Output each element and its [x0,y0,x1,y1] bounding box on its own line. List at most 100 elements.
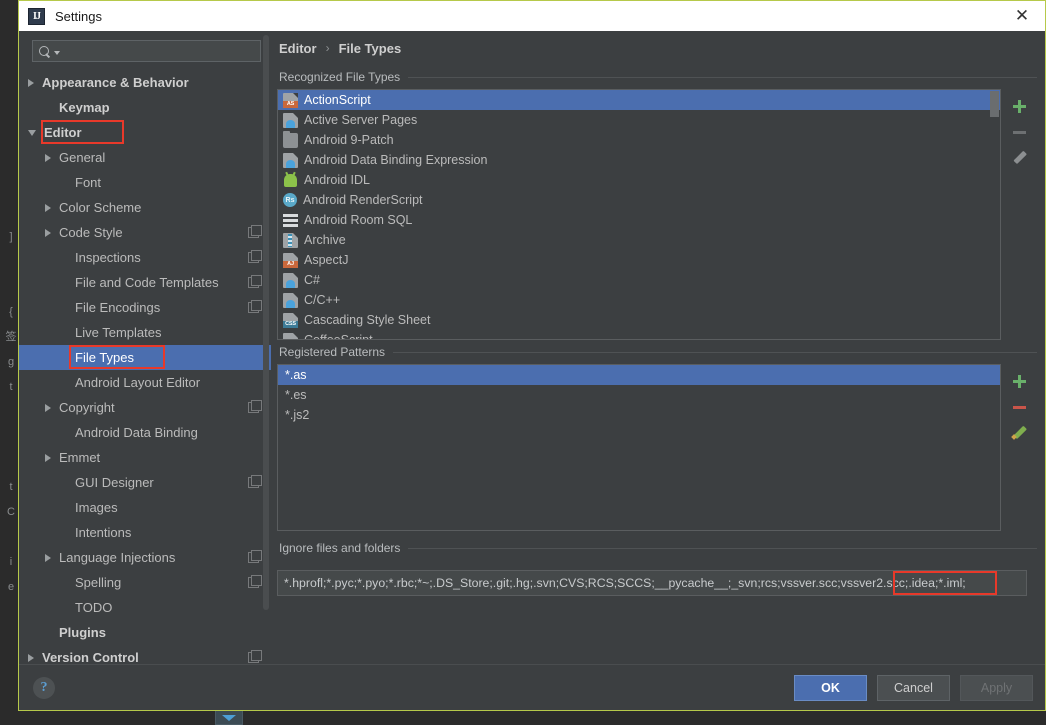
file-type-row[interactable]: C/C++ [278,290,1000,310]
sidebar-item-gui-designer[interactable]: GUI Designer [19,470,271,495]
chevron-down-icon[interactable] [28,129,36,136]
sidebar-scrollbar[interactable] [263,35,269,610]
chevron-right-icon[interactable] [45,553,51,562]
close-icon[interactable]: ✕ [999,1,1045,31]
sidebar-item-emmet[interactable]: Emmet [19,445,271,470]
edit-pattern-button[interactable] [1006,420,1032,446]
registered-patterns-label: Registered Patterns [279,345,1037,359]
sidebar-item-label: Emmet [59,450,101,465]
chevron-right-icon[interactable] [28,78,34,87]
android-icon [284,173,297,187]
scrollbar-thumb[interactable] [990,91,999,117]
sidebar-item-file-types[interactable]: File Types [19,345,271,370]
breadcrumb-parent[interactable]: Editor [279,41,317,56]
sidebar-item-todo[interactable]: TODO [19,595,271,620]
chevron-right-icon[interactable] [45,153,51,162]
search-container [19,31,271,68]
sidebar-item-android-layout-editor[interactable]: Android Layout Editor [19,370,271,395]
sidebar-item-language-injections[interactable]: Language Injections [19,545,271,570]
cancel-button[interactable]: Cancel [877,674,950,701]
file-type-badge: AS [283,100,298,108]
file-type-row[interactable]: AJ AspectJ [278,250,1000,270]
file-type-row[interactable]: Android Room SQL [278,210,1000,230]
search-input[interactable] [32,40,261,62]
add-file-type-button[interactable] [1006,93,1032,119]
ignore-value-highlighted: c;.idea;*.iml; [898,576,966,590]
sidebar-item-appearance-behavior[interactable]: Appearance & Behavior [19,70,271,95]
sidebar-item-images[interactable]: Images [19,495,271,520]
patterns-actions [1001,364,1037,531]
ok-button[interactable]: OK [794,674,867,701]
sidebar-item-font[interactable]: Font [19,170,271,195]
sidebar-item-inspections[interactable]: Inspections [19,245,271,270]
file-type-row[interactable]: Archive [278,230,1000,250]
sidebar-item-android-data-binding[interactable]: Android Data Binding [19,420,271,445]
copy-settings-icon[interactable] [248,475,262,488]
sidebar-item-code-style[interactable]: Code Style [19,220,271,245]
help-button[interactable]: ? [33,676,55,699]
pattern-label: *.as [285,368,307,382]
actionscript-file-icon: AS [283,92,298,108]
patterns-list[interactable]: *.as *.es *.js2 [277,364,1001,531]
dialog-titlebar: IJ Settings ✕ [19,1,1045,31]
sidebar-item-keymap[interactable]: Keymap [19,95,271,120]
sidebar-item-plugins[interactable]: Plugins [19,620,271,645]
plus-icon [1012,374,1026,388]
sidebar-item-file-and-code-templates[interactable]: File and Code Templates [19,270,271,295]
copy-settings-icon[interactable] [248,300,262,313]
sidebar-item-general[interactable]: General [19,145,271,170]
sidebar-item-copyright[interactable]: Copyright [19,395,271,420]
pattern-row[interactable]: *.js2 [278,405,1000,425]
chevron-right-icon[interactable] [45,403,51,412]
file-type-row[interactable]: CoffeeScript [278,330,1000,339]
file-type-row[interactable]: Android 9-Patch [278,130,1000,150]
sidebar-item-label: Intentions [75,525,132,540]
add-pattern-button[interactable] [1006,368,1032,394]
copy-settings-icon[interactable] [248,400,262,413]
sidebar-item-label: Language Injections [59,550,176,565]
apply-button: Apply [960,674,1033,701]
group-divider [408,76,1037,78]
sidebar-item-version-control[interactable]: Version Control [19,645,271,664]
chevron-right-icon[interactable] [45,228,51,237]
file-type-row[interactable]: AS ActionScript [278,90,1000,110]
chevron-right-icon[interactable] [45,453,51,462]
search-icon [39,45,52,58]
sidebar-item-label: TODO [75,600,113,615]
sidebar-item-label: General [59,150,106,165]
remove-pattern-button[interactable] [1006,394,1032,420]
copy-settings-icon[interactable] [248,650,262,663]
sidebar-item-label: Android Layout Editor [75,375,201,390]
sidebar-item-color-scheme[interactable]: Color Scheme [19,195,271,220]
file-type-label: Cascading Style Sheet [304,313,431,327]
copy-settings-icon[interactable] [248,275,262,288]
sidebar-item-file-encodings[interactable]: File Encodings [19,295,271,320]
pattern-row[interactable]: *.es [278,385,1000,405]
file-types-list[interactable]: AS ActionScript Active Server Pages Android… [277,89,1001,340]
file-type-row[interactable]: C# [278,270,1000,290]
copy-settings-icon[interactable] [248,575,262,588]
sidebar-item-intentions[interactable]: Intentions [19,520,271,545]
file-type-row[interactable]: Active Server Pages [278,110,1000,130]
sidebar-item-spelling[interactable]: Spelling [19,570,271,595]
copy-settings-icon[interactable] [248,550,262,563]
copy-settings-icon[interactable] [248,225,262,238]
sidebar-item-editor[interactable]: Editor [19,120,271,145]
sidebar-item-live-templates[interactable]: Live Templates [19,320,271,345]
pattern-row[interactable]: *.as [278,365,1000,385]
sidebar-item-label: File Encodings [75,300,161,315]
copy-settings-icon[interactable] [248,250,262,263]
chevron-right-icon[interactable] [45,203,51,212]
chevron-right-icon[interactable] [28,653,34,662]
file-type-row[interactable]: Android IDL [278,170,1000,190]
file-type-row[interactable]: Rs Android RenderScript [278,190,1000,210]
registered-patterns-title: Registered Patterns [279,345,386,359]
chevron-down-icon[interactable] [54,50,60,55]
sidebar-item-label: Version Control [42,650,139,664]
ignore-files-input[interactable]: *.hprofl;*.pyc;*.pyo;*.rbc;*~;.DS_Store;… [277,570,1027,596]
file-type-label: Android Data Binding Expression [304,153,488,167]
file-type-label: Archive [304,233,346,247]
file-types-scrollbar[interactable] [990,91,999,339]
file-type-row[interactable]: Android Data Binding Expression [278,150,1000,170]
file-type-row[interactable]: CSS Cascading Style Sheet [278,310,1000,330]
